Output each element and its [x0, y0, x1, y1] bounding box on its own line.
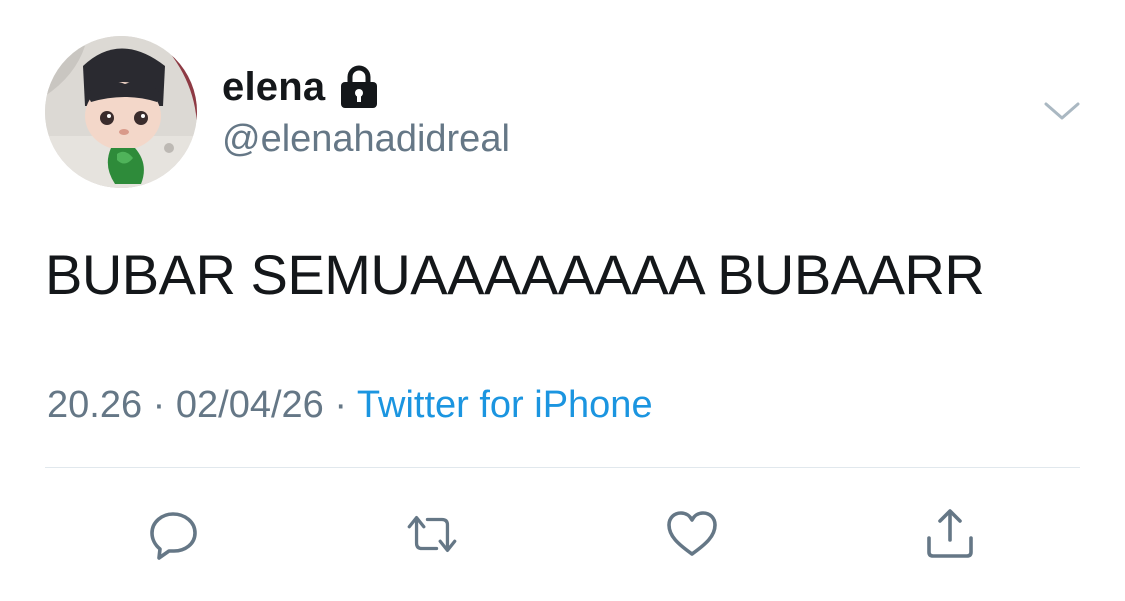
avatar[interactable] — [45, 36, 197, 188]
share-button[interactable] — [920, 504, 980, 564]
retweet-icon — [407, 516, 457, 552]
like-button[interactable] — [662, 504, 722, 564]
user-handle[interactable]: @elenahadidreal — [222, 118, 510, 161]
like-icon — [667, 511, 717, 556]
retweet-button[interactable] — [402, 504, 462, 564]
divider — [45, 467, 1080, 468]
tweet-text: BUBAR SEMUAAAAAAAA BUBAARR — [45, 243, 985, 306]
tweet-date: 02/04/26 — [175, 384, 324, 426]
reply-icon — [150, 512, 197, 560]
display-name[interactable]: elena — [222, 65, 325, 110]
name-row: elena — [222, 62, 379, 112]
separator: · — [323, 384, 357, 426]
lock-icon — [339, 65, 379, 109]
separator: · — [142, 384, 176, 426]
tweet-detail: elena @elenahadidreal BUBAR SEMUAAAAAAAA… — [0, 0, 1125, 601]
tweet-source-link[interactable]: Twitter for iPhone — [357, 384, 653, 426]
reply-button[interactable] — [145, 504, 205, 564]
chevron-down-icon[interactable] — [1040, 96, 1084, 126]
tweet-meta: 20.26 · 02/04/26 · Twitter for iPhone — [47, 384, 653, 427]
tweet-time: 20.26 — [47, 384, 143, 426]
share-icon — [927, 509, 973, 558]
